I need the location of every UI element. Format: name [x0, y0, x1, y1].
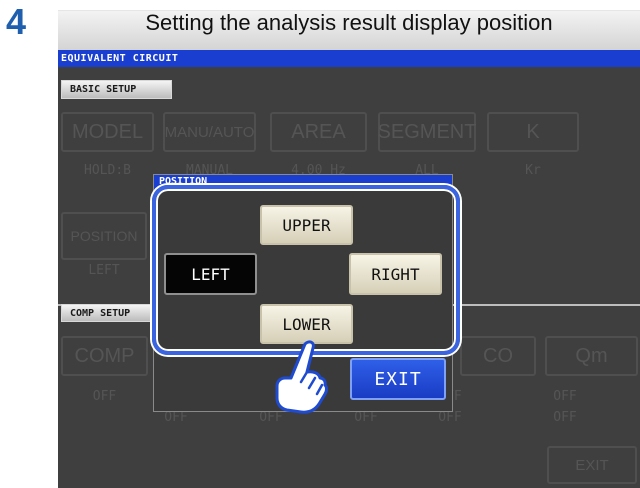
sub-value: OFF: [164, 410, 188, 425]
step-title: Setting the analysis result display posi…: [145, 10, 553, 35]
sub-value: OFF: [553, 410, 577, 425]
comp-value: OFF: [92, 389, 117, 404]
comp-button[interactable]: COMP: [61, 336, 148, 376]
exit-button[interactable]: EXIT: [350, 358, 446, 400]
position-button[interactable]: POSITION: [61, 212, 147, 260]
options-highlight: [152, 185, 460, 355]
model-value: HOLD:B: [84, 163, 131, 178]
qm-button[interactable]: Qm: [545, 336, 638, 376]
k-value: Kr: [525, 163, 541, 178]
window-title: EQUIVALENT CIRCUIT: [58, 50, 640, 67]
comp-setup-label: COMP SETUP: [61, 304, 161, 322]
k-button[interactable]: K: [487, 112, 579, 152]
co-button[interactable]: CO: [460, 336, 536, 376]
comp-exit-button[interactable]: EXIT: [547, 446, 637, 484]
pointing-hand-icon: [275, 340, 328, 414]
qm-value: OFF: [553, 389, 577, 404]
sub-value: OFF: [354, 410, 378, 425]
area-button[interactable]: AREA: [270, 112, 367, 152]
basic-setup-label: BASIC SETUP: [61, 80, 172, 99]
step-number: 4: [6, 1, 27, 42]
sub-value: OFF: [438, 410, 462, 425]
model-button[interactable]: MODEL: [61, 112, 154, 152]
position-value: LEFT: [88, 263, 120, 278]
segment-button[interactable]: SEGMENT: [378, 112, 476, 152]
manu-auto-button[interactable]: MANU/AUTO: [163, 112, 256, 152]
